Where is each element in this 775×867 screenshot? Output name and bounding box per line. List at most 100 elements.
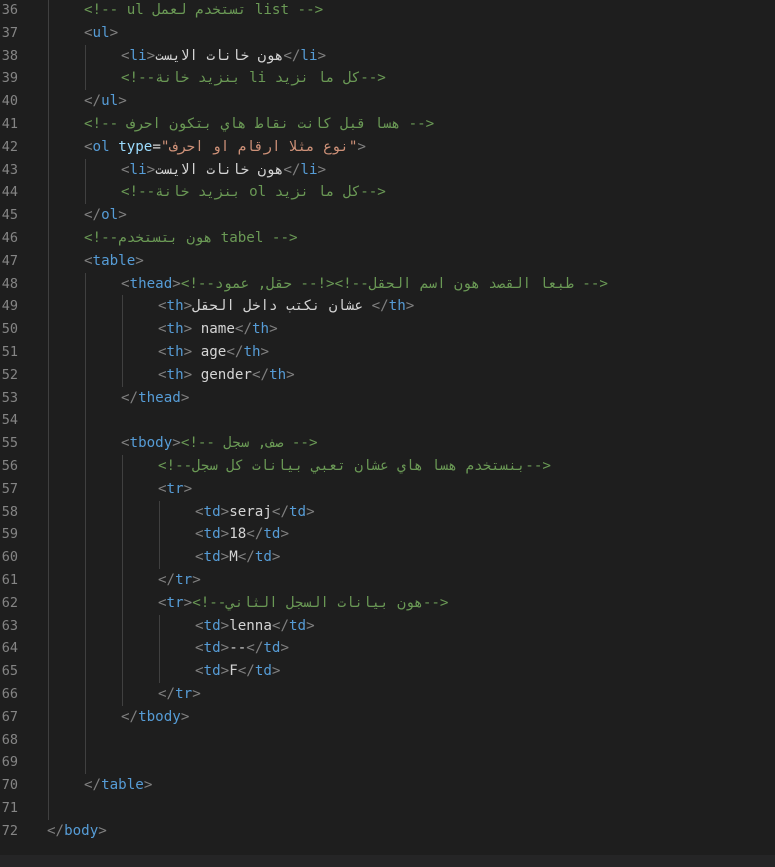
line-code[interactable]: <li>هون خانات الايست</li> [121,45,326,68]
line-code[interactable]: <td>lenna</td> [195,615,315,638]
line-code[interactable]: <!--بنستخدم هسا هاي عشان تعبي بيانات كل … [158,455,551,478]
code-line[interactable]: 63 <td>lenna</td> [0,615,775,638]
line-number: 43 [1,161,18,178]
code-token: > [118,207,127,224]
line-code[interactable]: <tbody><!-- صف, سجل --> [121,432,318,455]
line-number: 44 [1,184,18,201]
code-line[interactable]: 59 <td>18</td> [0,523,775,546]
code-token: <!-- صف, سجل --> [180,435,318,452]
line-code[interactable]: <tr> [158,478,192,501]
code-line[interactable]: 45 </ol> [0,204,775,227]
code-token: > [183,480,193,497]
code-line[interactable]: 44 <!--بنزيد خانة ol كل ما نزيد--> [0,181,775,204]
line-code[interactable]: <th> gender</th> [158,364,295,387]
code-token: > [271,549,281,566]
code-line[interactable]: 67 </tbody> [0,706,775,729]
code-token: </ [234,321,252,338]
code-line[interactable]: 47 <table> [0,250,775,273]
code-line[interactable]: 70 </table> [0,774,775,797]
code-editor[interactable]: 36 <!-- ul تستخدم لعمل list --> 37 <ul> 38 <l… [0,0,775,855]
line-code[interactable]: </body> [47,820,107,843]
line-number: 46 [1,230,18,246]
line-code[interactable]: <!-- هسا قبل كانت نقاط هاي بتكون احرف --… [84,113,434,136]
line-code[interactable]: <!--بنزيد خانة ol كل ما نزيد--> [121,181,386,204]
line-code[interactable]: </table> [84,774,152,797]
line-code[interactable]: <ul> [84,22,118,45]
line-number: 71 [1,800,18,816]
line-code[interactable]: <th> name</th> [158,318,278,341]
line-code[interactable]: <!--بنزيد خانة li كل ما نزيد--> [121,67,386,90]
line-code[interactable]: <th> age</th> [158,341,269,364]
line-code[interactable]: <thead><!--طبعا القصد هون اسم الحقل--!><… [121,273,608,296]
code-line[interactable]: 69 [0,751,775,774]
line-code[interactable]: </tbody> [121,706,189,729]
line-code[interactable]: <!-- ul تستخدم لعمل list --> [84,0,323,22]
code-line[interactable]: 48 <thead><!--طبعا القصد هون اسم الحقل--!… [0,273,775,296]
code-line[interactable]: 72 </body> [0,820,775,843]
code-line[interactable]: 36 <!-- ul تستخدم لعمل list --> [0,0,775,22]
line-number: 52 [1,366,18,383]
code-line[interactable]: 51 <th> age</th> [0,341,775,364]
line-code[interactable]: </ul> [84,90,127,113]
line-number: 62 [1,594,18,611]
line-number: 45 [1,207,18,224]
line-code[interactable]: <table> [84,250,144,273]
code-line[interactable]: 56 <!--بنستخدم هسا هاي عشان تعبي بيانات ك… [0,455,775,478]
code-line[interactable]: 55 <tbody><!-- صف, سجل --> [0,432,775,455]
code-token: </ [158,572,176,588]
code-line[interactable]: 54 [0,409,775,432]
code-token: < [84,252,93,269]
code-token: > [183,321,193,338]
code-line[interactable]: 61 </tr> [0,569,775,592]
code-line[interactable]: 66 </tr> [0,683,775,706]
code-token: > [183,594,193,611]
code-line[interactable]: 42 <ol type="نوع مثلا ارقام او احرف"> [0,136,775,159]
code-token: seraj [229,503,272,520]
code-line[interactable]: 38 <li>هون خانات الايست</li> [0,45,775,68]
code-token: > [317,161,327,178]
code-token: <!--بنزيد خانة ol كل ما نزيد--> [121,184,386,201]
line-code[interactable]: <li>هون خانات الايست</li> [121,159,326,182]
code-line[interactable]: 49 <th>عشان نكتب داخل الحقل </th> [0,295,775,318]
line-code[interactable]: <td>F</td> [195,660,280,683]
code-line[interactable]: 64 <td>--</td> [0,637,775,660]
code-line[interactable]: 62 <tr><!--هون بيانات السجل الثاني--> [0,592,775,615]
line-code[interactable]: <td>18</td> [195,523,289,546]
code-line[interactable]: 52 <th> gender</th> [0,364,775,387]
line-number: 58 [1,503,18,520]
line-code[interactable]: <ol type="نوع مثلا ارقام او احرف"> [84,136,366,159]
line-code[interactable]: </tr> [158,683,201,706]
code-line[interactable]: 41 <!-- هسا قبل كانت نقاط هاي بتكون احرف … [0,113,775,136]
code-line[interactable]: 37 <ul> [0,22,775,45]
code-token: </ [271,503,289,520]
code-line[interactable]: 40 </ul> [0,90,775,113]
code-line[interactable]: 53 </thead> [0,387,775,410]
line-code[interactable]: <!--هون بتستخدم tabel --> [84,227,298,250]
line-code[interactable]: <tr><!--هون بيانات السجل الثاني--> [158,592,448,615]
code-token: </ [84,93,102,110]
code-line[interactable]: 71 [0,797,775,820]
code-token: > [280,640,290,657]
line-code[interactable]: <td>--</td> [195,637,289,660]
code-line[interactable]: 58 <td>seraj</td> [0,501,775,524]
code-line[interactable]: 43 <li>هون خانات الايست</li> [0,159,775,182]
code-token: > [220,663,230,680]
code-token: tr [166,594,184,611]
code-line[interactable]: 65 <td>F</td> [0,660,775,683]
code-line[interactable]: 60 <td>M</td> [0,546,775,569]
code-token: > [172,435,181,452]
line-code[interactable]: <th>عشان نكتب داخل الحقل </th> [158,295,414,318]
code-line[interactable]: 46 <!--هون بتستخدم tabel --> [0,227,775,250]
line-code[interactable]: <td>seraj</td> [195,501,315,524]
code-line[interactable]: 68 [0,729,775,752]
line-number: 38 [1,47,18,64]
code-line[interactable]: 39 <!--بنزيد خانة li كل ما نزيد--> [0,67,775,90]
line-code[interactable]: </tr> [158,569,201,592]
line-code[interactable]: </ol> [84,204,127,227]
code-line[interactable]: 57 <tr> [0,478,775,501]
line-code[interactable]: </thead> [121,387,189,410]
code-line[interactable]: 50 <th> name</th> [0,318,775,341]
line-code[interactable]: <td>M</td> [195,546,280,569]
code-token: tbody [138,708,181,725]
code-token: td [289,617,307,634]
